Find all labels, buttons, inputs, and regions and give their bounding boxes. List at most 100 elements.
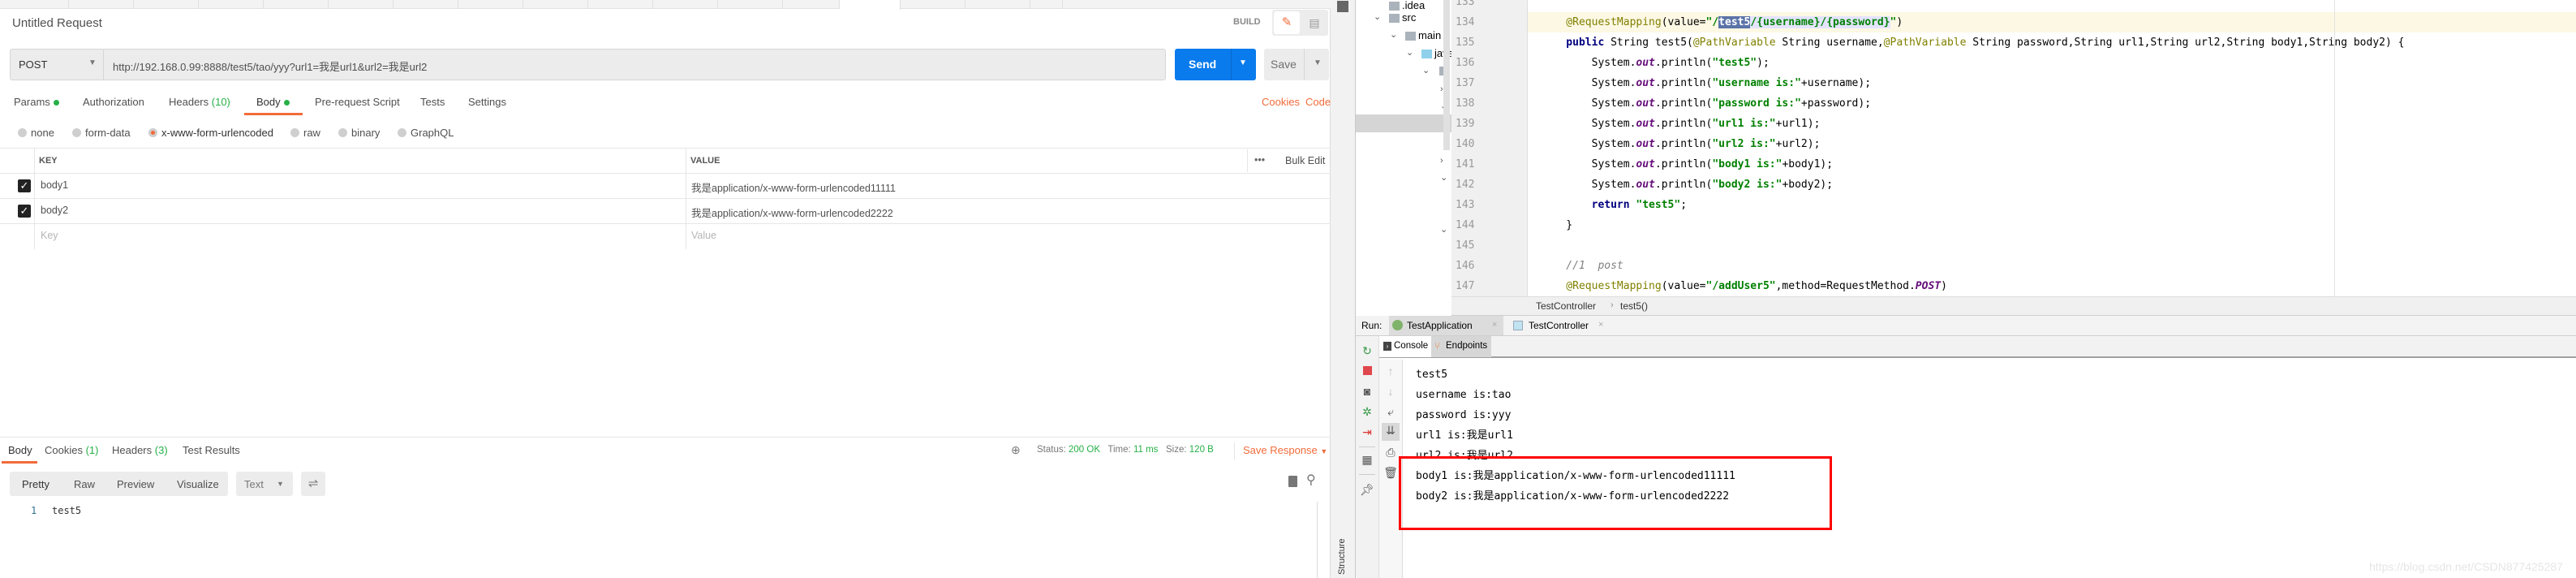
- tab-console[interactable]: › Console: [1379, 336, 1431, 357]
- breadcrumb-method[interactable]: test5(): [1620, 300, 1648, 312]
- format-select[interactable]: Text ▼: [236, 472, 293, 496]
- radio-none[interactable]: none: [18, 127, 54, 139]
- request-tab-active[interactable]: [840, 0, 901, 10]
- code-line[interactable]: }: [1541, 215, 1572, 235]
- breadcrumb-class[interactable]: TestController: [1536, 300, 1596, 312]
- stop-icon[interactable]: [1360, 364, 1374, 378]
- trash-icon[interactable]: 🗑︎: [1383, 465, 1398, 480]
- key-input[interactable]: Key: [41, 230, 58, 241]
- pin-icon[interactable]: 📌︎: [1360, 482, 1374, 497]
- request-tab[interactable]: [264, 0, 329, 9]
- radio-x-www-form-urlencoded[interactable]: x-www-form-urlencoded: [148, 127, 273, 139]
- response-tab-headers[interactable]: Headers (3): [112, 444, 168, 456]
- scrollbar[interactable]: [1317, 502, 1318, 578]
- request-title[interactable]: Untitled Request: [12, 16, 102, 30]
- tree-item-main[interactable]: main: [1405, 29, 1441, 41]
- size-value[interactable]: 120 B: [1189, 445, 1214, 455]
- radio-raw[interactable]: raw: [290, 127, 320, 139]
- request-tab[interactable]: [134, 0, 199, 9]
- wrap-lines-icon[interactable]: ⇌: [301, 472, 325, 496]
- request-tab[interactable]: [199, 0, 264, 9]
- tab-params[interactable]: Params: [14, 96, 59, 108]
- tree-item-idea[interactable]: .idea: [1389, 0, 1425, 11]
- debug-icon[interactable]: ✲: [1360, 404, 1374, 419]
- request-tab[interactable]: [1030, 0, 1063, 9]
- row-key[interactable]: body2: [41, 205, 68, 216]
- tree-item-src[interactable]: src: [1389, 11, 1416, 24]
- close-icon[interactable]: ×: [1492, 320, 1497, 330]
- view-preview[interactable]: Preview: [117, 478, 154, 490]
- soft-wrap-icon[interactable]: ⤶: [1383, 404, 1398, 419]
- tab-pre-request-script[interactable]: Pre-request Script: [315, 96, 400, 108]
- radio-binary[interactable]: binary: [338, 127, 380, 139]
- tab-authorization[interactable]: Authorization: [83, 96, 144, 108]
- code-line[interactable]: //1 post: [1541, 256, 1623, 276]
- arrow-up-icon[interactable]: ↑: [1383, 364, 1398, 378]
- value-input[interactable]: Value: [691, 230, 716, 241]
- row-value[interactable]: 我是application/x-www-form-urlencoded2222: [691, 205, 893, 220]
- layout-icon[interactable]: ▦: [1360, 452, 1374, 467]
- save-button[interactable]: Save ▼: [1264, 49, 1329, 80]
- tab-endpoints[interactable]: ⑂ Endpoints: [1431, 336, 1491, 357]
- request-tab[interactable]: [458, 0, 523, 9]
- chevron-right-icon[interactable]: ›: [1440, 156, 1443, 166]
- send-options-chevron-icon[interactable]: ▼: [1239, 58, 1247, 67]
- chevron-down-icon[interactable]: ⌄: [1422, 65, 1430, 75]
- project-icon[interactable]: [1337, 1, 1348, 12]
- code-line[interactable]: System.out.println("url2 is:"+url2);: [1541, 134, 1821, 154]
- send-button[interactable]: Send ▼: [1175, 49, 1256, 80]
- tab-settings[interactable]: Settings: [468, 96, 506, 108]
- globe-icon[interactable]: ⊕: [1011, 443, 1021, 457]
- status-value[interactable]: 200 OK: [1069, 445, 1100, 455]
- url-input[interactable]: http://192.168.0.99:8888/test5/tao/yyy?u…: [113, 58, 427, 74]
- request-tab[interactable]: [69, 0, 134, 9]
- request-tab[interactable]: [588, 0, 653, 9]
- response-tab-cookies[interactable]: Cookies (1): [45, 444, 98, 456]
- request-tab[interactable]: [718, 0, 783, 9]
- view-raw[interactable]: Raw: [74, 478, 95, 490]
- request-tab[interactable]: [393, 0, 458, 9]
- code-line[interactable]: @RequestMapping(value="/test5/{username}…: [1541, 12, 1903, 32]
- chevron-down-icon[interactable]: ⌄: [1390, 29, 1397, 40]
- request-tab[interactable]: [0, 0, 69, 9]
- code-line[interactable]: System.out.println("password is:"+passwo…: [1541, 93, 1871, 114]
- request-tab[interactable]: [523, 0, 588, 9]
- pencil-icon[interactable]: ✎: [1274, 11, 1300, 34]
- scroll-to-end-icon[interactable]: ⇊: [1382, 423, 1400, 441]
- chevron-down-icon[interactable]: ⌄: [1406, 47, 1413, 58]
- search-icon[interactable]: ⚲: [1306, 472, 1316, 488]
- tree-scrollbar[interactable]: [1443, 0, 1450, 150]
- request-tab[interactable]: [783, 0, 840, 9]
- tab-body[interactable]: Body: [256, 96, 290, 108]
- response-tab-body[interactable]: Body: [8, 444, 32, 456]
- code-line[interactable]: public String test5(@PathVariable String…: [1541, 32, 2404, 53]
- tab-headers[interactable]: Headers (10): [169, 96, 230, 108]
- tab-tests[interactable]: Tests: [420, 96, 445, 108]
- code-line[interactable]: System.out.println("test5");: [1541, 53, 1770, 73]
- request-tab[interactable]: [653, 0, 718, 9]
- print-icon[interactable]: ⎙: [1383, 445, 1398, 459]
- row-key[interactable]: body1: [41, 179, 68, 191]
- code-line[interactable]: System.out.println("url1 is:"+url1);: [1541, 114, 1821, 134]
- code-link[interactable]: Code: [1305, 96, 1331, 108]
- view-pretty[interactable]: Pretty: [22, 478, 49, 490]
- code-editor[interactable]: 133 134 @RequestMapping(value="/test5/{us…: [1451, 0, 2576, 296]
- code-line[interactable]: System.out.println("body1 is:"+body1);: [1541, 154, 1833, 175]
- save-options-chevron-icon[interactable]: ▼: [1314, 58, 1322, 67]
- code-line[interactable]: return "test5";: [1541, 195, 1687, 215]
- radio-form-data[interactable]: form-data: [72, 127, 131, 139]
- save-response-button[interactable]: Save Response ▼: [1243, 444, 1327, 456]
- request-tab[interactable]: [329, 0, 393, 9]
- camera-icon[interactable]: ◙: [1360, 384, 1374, 399]
- time-value[interactable]: 11 ms: [1133, 445, 1158, 455]
- documentation-icon[interactable]: ▤: [1303, 11, 1326, 34]
- view-visualize[interactable]: Visualize: [177, 478, 219, 490]
- run-tab-testcontroller[interactable]: TestController ×: [1513, 316, 1606, 335]
- request-tab[interactable]: [965, 0, 1030, 9]
- method-select[interactable]: POST ▼: [11, 50, 104, 80]
- more-options-icon[interactable]: •••: [1254, 154, 1265, 166]
- structure-tool-button[interactable]: Structure: [1337, 538, 1347, 575]
- chevron-down-icon[interactable]: ⌄: [1440, 224, 1447, 235]
- chevron-down-icon[interactable]: ⌄: [1440, 172, 1447, 183]
- response-tab-test-results[interactable]: Test Results: [183, 444, 240, 456]
